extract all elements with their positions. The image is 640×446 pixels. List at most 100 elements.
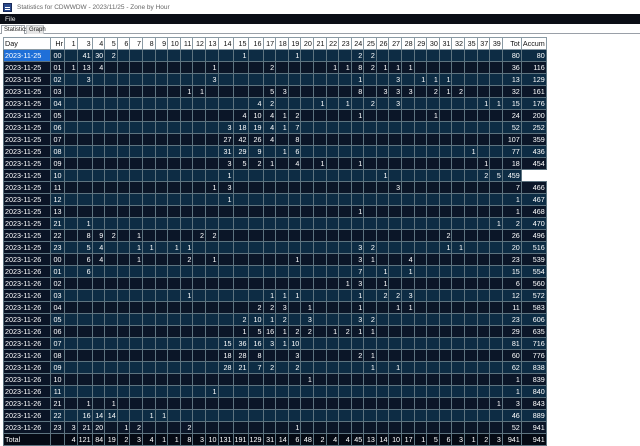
- tab-statistics[interactable]: Statistics: [1, 25, 28, 34]
- table-row[interactable]: 2023-11-26 08 18 28 8 3 2 1 60 776: [3, 349, 547, 362]
- table-row[interactable]: 2023-11-25 05 4 10 4 1 2 1 1 24 200: [3, 109, 547, 122]
- table-cell: [76, 109, 93, 122]
- table-cell: [179, 205, 194, 218]
- column-header: 12: [192, 37, 206, 50]
- table-cell: [413, 145, 428, 158]
- table-cell: [375, 313, 390, 326]
- table-row[interactable]: 2023-11-25 02 3 3 1 3 1 1 1 13 129: [3, 73, 547, 86]
- table-row[interactable]: 2023-11-25 23 5 4 1 1 1 1 3 2 1 1 20 516: [3, 241, 547, 254]
- table-cell: [338, 253, 352, 266]
- table-row[interactable]: 2023-11-25 08 31 29 9 1 6 1 77 436: [3, 145, 547, 158]
- table-cell: [129, 109, 143, 122]
- table-cell: [179, 373, 194, 386]
- table-row[interactable]: 2023-11-25 00 41 30 2 1 1 2 2 80 80: [3, 49, 547, 62]
- table-row[interactable]: 2023-11-26 01 6 7 1 1 15 554: [3, 265, 547, 278]
- table-cell: [426, 301, 440, 314]
- table-cell: 13: [501, 73, 522, 86]
- table-cell: 1: [388, 61, 403, 74]
- table-cell: [363, 373, 377, 386]
- table-cell: [464, 49, 478, 62]
- table-cell: [116, 277, 131, 290]
- table-row[interactable]: 2023-11-25 21 1 1 2 470: [3, 217, 547, 230]
- table-cell: [413, 181, 428, 194]
- table-cell: 2: [232, 313, 249, 326]
- table-cell: [247, 289, 264, 302]
- table-cell: 31: [217, 145, 234, 158]
- table-row[interactable]: 2023-11-25 12 1 1 467: [3, 193, 547, 206]
- table-cell: [129, 289, 143, 302]
- table-row[interactable]: 2023-11-26 03 1 1 1 1 1 2 2 3 12 572: [3, 289, 547, 302]
- table-row[interactable]: 2023-11-25 03 1 1 5 3 8 3 3 3 2 1 2 32 161: [3, 85, 547, 98]
- table-cell: [167, 397, 181, 410]
- table-cell: [217, 229, 234, 242]
- table-cell: [64, 325, 78, 338]
- table-row[interactable]: 2023-11-25 13 1 1 468: [3, 205, 547, 218]
- table-row[interactable]: 2023-11-25 06 3 18 19 4 1 7 52 252: [3, 121, 547, 134]
- table-cell: 3: [401, 85, 415, 98]
- table-cell: [247, 421, 264, 434]
- statistics-table[interactable]: Day Hr 1 3 4 5 6 7 8 9 10 11 12 13 14 15 16 17 18 19 20 21 22 2…: [3, 37, 547, 446]
- day-cell: 2023-11-26: [3, 301, 51, 314]
- table-row[interactable]: 2023-11-26 10 1 1 839: [3, 373, 547, 386]
- table-cell: [129, 217, 143, 230]
- hour-cell: 23: [50, 421, 65, 434]
- table-row[interactable]: 2023-11-26 21 1 1 1 3 843: [3, 397, 547, 410]
- table-row[interactable]: 2023-11-25 22 8 9 2 1 2 2 2 26 496: [3, 229, 547, 242]
- table-row[interactable]: 2023-11-25 04 4 2 1 1 2 3 1 1 15 176: [3, 97, 547, 110]
- table-cell: [325, 85, 340, 98]
- table-row[interactable]: 2023-11-25 01 1 13 4 1 2 1 1 8 2 1 1 1 36 116: [3, 61, 547, 74]
- table-row[interactable]: 2023-11-26 02 1 3 1 6 560: [3, 277, 547, 290]
- table-cell: [64, 373, 78, 386]
- table-row[interactable]: 2023-11-26 07 15 36 16 3 1 10 81 716: [3, 337, 547, 350]
- total-cell: 1: [167, 433, 181, 446]
- table-cell: 1: [275, 121, 289, 134]
- table-cell: [192, 361, 206, 374]
- table-cell: [192, 277, 206, 290]
- table-cell: 2: [179, 421, 194, 434]
- table-cell: [141, 217, 156, 230]
- menu-file[interactable]: File: [5, 16, 15, 23]
- table-cell: 1: [275, 337, 289, 350]
- table-cell: [350, 229, 365, 242]
- table-row[interactable]: 2023-11-25 07 27 42 26 4 8 107 359: [3, 133, 547, 146]
- table-cell: [489, 193, 503, 206]
- table-row[interactable]: 2023-11-26 11 1 1 840: [3, 385, 547, 398]
- tab-graph[interactable]: Graph: [26, 25, 46, 34]
- table-row[interactable]: 2023-11-25 11 1 3 3 7 466: [3, 181, 547, 194]
- table-cell: [262, 253, 277, 266]
- table-cell: [129, 325, 143, 338]
- table-cell: [312, 193, 327, 206]
- table-cell: [476, 145, 491, 158]
- table-cell: 29: [232, 145, 249, 158]
- table-row[interactable]: 2023-11-26 22 16 14 14 1 1 46 889: [3, 409, 547, 422]
- table-cell: [275, 193, 289, 206]
- table-row[interactable]: 2023-11-26 06 1 5 16 1 2 2 1 2 1 1 29 635: [3, 325, 547, 338]
- table-cell: [300, 361, 314, 374]
- table-cell: 8: [350, 85, 365, 98]
- table-row[interactable]: 2023-11-26 00 6 4 1 2 1 1 3 1 4 23 539: [3, 253, 547, 266]
- table-cell: [104, 277, 118, 290]
- table-row[interactable]: 2023-11-26 09 28 21 7 2 2 1 1 62 838: [3, 361, 547, 374]
- table-cell: 3: [388, 181, 403, 194]
- table-cell: [64, 313, 78, 326]
- table-cell: [464, 385, 478, 398]
- table-cell: 5: [232, 157, 249, 170]
- table-cell: 2: [247, 157, 264, 170]
- table-cell: 359: [520, 133, 547, 146]
- table-cell: [476, 253, 491, 266]
- table-cell: [64, 337, 78, 350]
- table-row[interactable]: 2023-11-25 09 3 5 2 1 4 1 1 1 18 454: [3, 157, 547, 170]
- table-cell: [104, 157, 118, 170]
- table-cell: [275, 229, 289, 242]
- table-cell: [154, 241, 169, 254]
- table-cell: [262, 181, 277, 194]
- table-row[interactable]: 2023-11-26 04 2 2 3 1 1 1 1 11 583: [3, 301, 547, 314]
- table-cell: [154, 265, 169, 278]
- table-cell: 2: [287, 109, 302, 122]
- table-cell: [167, 289, 181, 302]
- table-cell: 8: [287, 133, 302, 146]
- table-cell: [192, 337, 206, 350]
- table-row[interactable]: 2023-11-26 23 3 21 20 1 2 2 1 52 941: [3, 421, 547, 434]
- table-row[interactable]: 2023-11-26 05 2 10 1 2 3 3 2 23 606: [3, 313, 547, 326]
- table-row[interactable]: 2023-11-25 10 1 1 2 5 459: [3, 169, 547, 182]
